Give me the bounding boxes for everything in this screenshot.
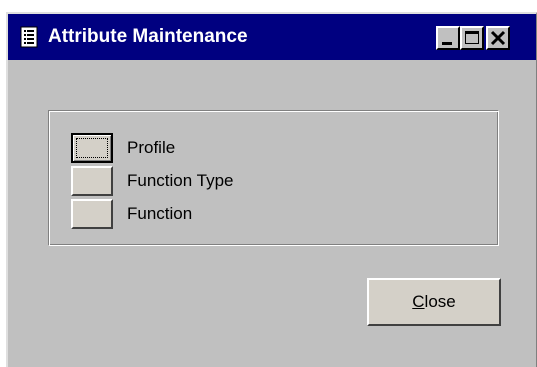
function-type-label: Function Type (127, 171, 234, 190)
function-label: Function (127, 204, 193, 223)
maximize-button[interactable] (460, 26, 484, 50)
profile-label: Profile (127, 138, 176, 157)
document-icon (20, 26, 38, 48)
minimize-button[interactable] (436, 26, 460, 50)
window-title: Attribute Maintenance (48, 26, 248, 47)
profile-button[interactable] (71, 133, 113, 163)
function-type-button[interactable] (71, 166, 113, 196)
minimize-icon (442, 42, 452, 45)
options-group: Profile Function Type Function (48, 110, 499, 246)
attribute-maintenance-window: Attribute Maintenance Profile Function T… (6, 12, 537, 367)
close-button[interactable]: Close (367, 278, 501, 326)
close-icon (490, 30, 506, 46)
function-button[interactable] (71, 199, 113, 229)
title-bar[interactable]: Attribute Maintenance (8, 14, 536, 60)
close-mnemonic: C (412, 292, 425, 311)
close-label-rest: lose (424, 292, 456, 311)
close-window-button[interactable] (486, 26, 510, 50)
maximize-icon (465, 31, 479, 44)
